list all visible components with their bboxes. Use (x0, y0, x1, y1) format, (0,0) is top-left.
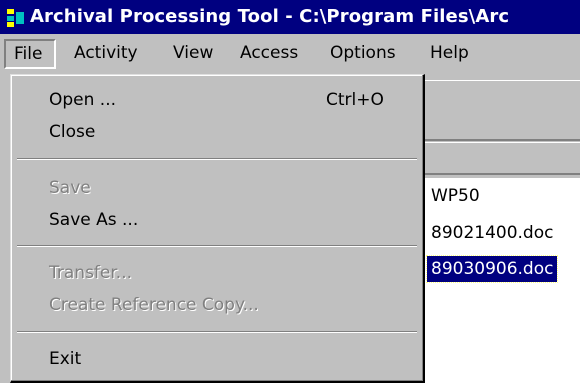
menu-separator (17, 158, 417, 160)
list-header (425, 142, 580, 175)
menu-file-label: File (14, 44, 43, 64)
file-menu-dropdown: Open ... Ctrl+O Close Save Save As ... T… (10, 74, 425, 383)
list-item-89021400[interactable]: 89021400.doc (427, 220, 557, 246)
menu-view[interactable]: View (173, 43, 213, 63)
menu-save[interactable]: Save (49, 178, 91, 198)
list-item-wp50[interactable]: WP50 (427, 183, 484, 209)
app-icon (6, 8, 26, 28)
menu-close[interactable]: Close (49, 122, 95, 142)
menu-open-shortcut: Ctrl+O (326, 90, 384, 110)
menu-file[interactable]: File (4, 39, 56, 69)
menu-activity[interactable]: Activity (74, 43, 138, 63)
menu-separator (17, 245, 417, 247)
menu-transfer[interactable]: Transfer... (49, 263, 132, 283)
file-list[interactable]: WP50 89021400.doc 89030906.doc (425, 178, 580, 383)
menu-help[interactable]: Help (430, 43, 469, 63)
menu-bar: File Activity View Access Options Help (0, 34, 580, 74)
menu-open[interactable]: Open ... (49, 90, 116, 110)
list-item-89030906[interactable]: 89030906.doc (425, 255, 559, 283)
menu-separator (17, 331, 417, 333)
menu-create-reference-copy[interactable]: Create Reference Copy... (49, 295, 259, 315)
menu-exit[interactable]: Exit (49, 349, 81, 369)
menu-save-as[interactable]: Save As ... (49, 210, 138, 230)
title-bar: Archival Processing Tool - C:\Program Fi… (0, 0, 580, 34)
menu-options[interactable]: Options (330, 43, 396, 63)
toolbar-area (425, 80, 580, 141)
menu-access[interactable]: Access (240, 43, 298, 63)
window-title: Archival Processing Tool - C:\Program Fi… (30, 6, 510, 27)
